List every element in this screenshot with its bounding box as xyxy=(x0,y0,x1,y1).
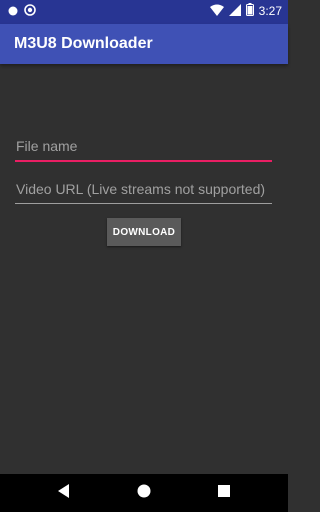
wifi-icon xyxy=(209,4,224,19)
status-bar: 3:27 xyxy=(0,0,288,24)
navigation-bar xyxy=(0,474,288,512)
download-button[interactable]: DOWNLOAD xyxy=(107,218,181,246)
home-icon xyxy=(137,484,151,503)
recents-button[interactable] xyxy=(204,474,244,512)
status-time: 3:27 xyxy=(258,4,282,18)
notification-dot-icon xyxy=(8,5,18,19)
cellular-signal-icon xyxy=(228,3,241,19)
app-title: M3U8 Downloader xyxy=(14,35,153,52)
file-name-input[interactable] xyxy=(15,136,272,162)
back-icon xyxy=(58,483,70,503)
sync-circle-icon xyxy=(24,4,36,19)
app-bar: M3U8 Downloader xyxy=(0,24,288,64)
battery-icon xyxy=(245,3,254,19)
back-button[interactable] xyxy=(44,474,84,512)
recents-icon xyxy=(218,484,230,502)
home-button[interactable] xyxy=(124,474,164,512)
video-url-input[interactable] xyxy=(15,178,272,204)
